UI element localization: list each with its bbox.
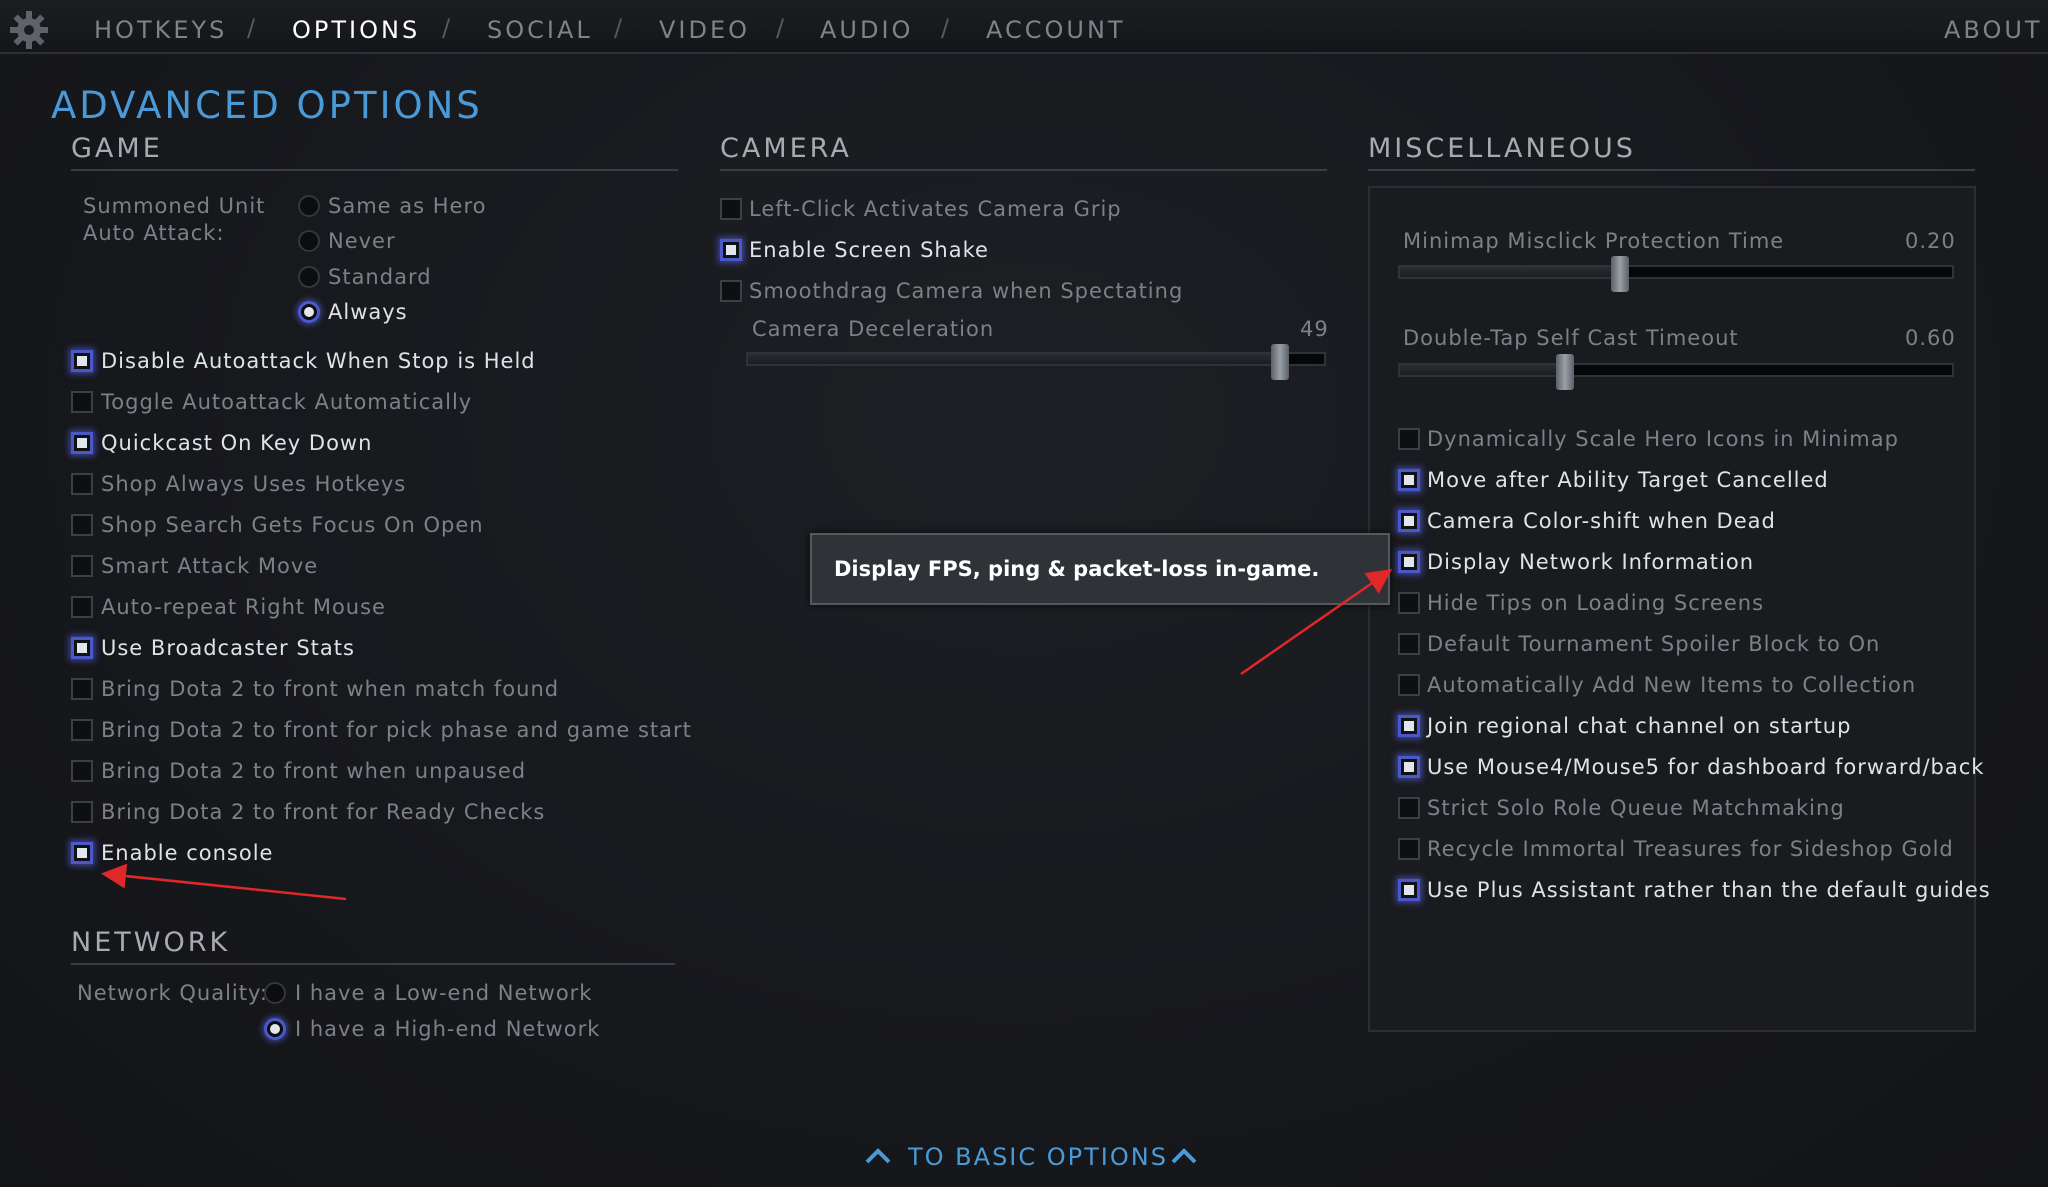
settings-screen: HOTKEYS / OPTIONS / SOCIAL / VIDEO / AUD… bbox=[0, 0, 2048, 1187]
arrow-to-display-network-information bbox=[1241, 572, 1388, 674]
chevron-up-icon bbox=[1170, 1146, 1198, 1166]
annotation-arrows bbox=[0, 0, 2048, 1187]
arrow-to-enable-console bbox=[106, 874, 346, 899]
to-basic-options-label: TO BASIC OPTIONS bbox=[908, 1143, 1168, 1171]
chevron-up-icon bbox=[864, 1146, 892, 1166]
